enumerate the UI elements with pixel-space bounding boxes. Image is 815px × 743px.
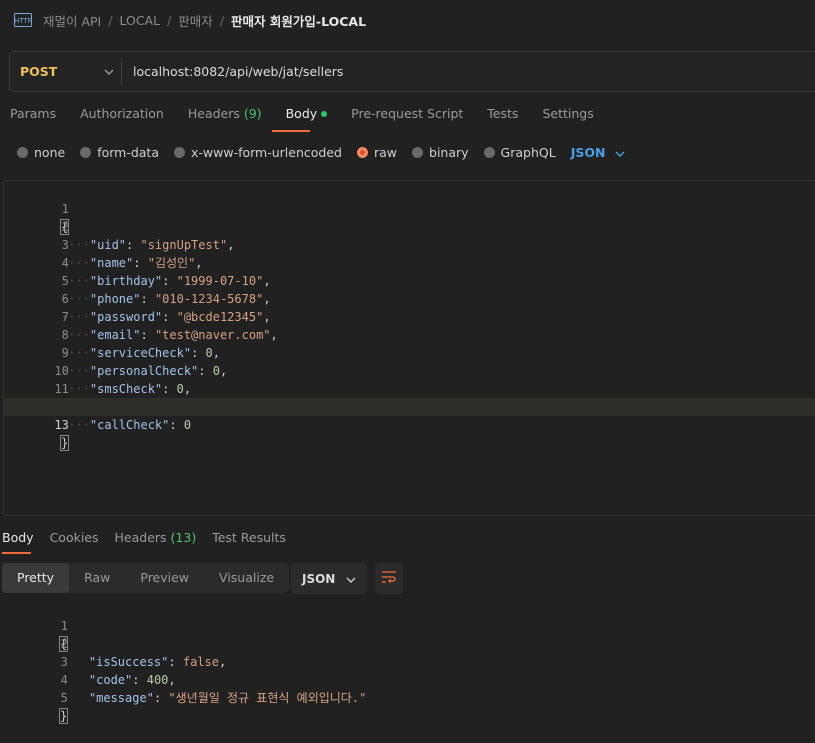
code-line: 4 "message": "생년월일 정규 표현식 예외입니다." bbox=[3, 653, 815, 705]
url-divider bbox=[121, 58, 122, 85]
code-line: 6 ····"password": "@bcde12345", bbox=[4, 272, 815, 324]
breadcrumb-item-folder[interactable]: 판매자 bbox=[178, 11, 213, 30]
radio-form-data[interactable]: form-data bbox=[80, 145, 159, 160]
request-body-editor[interactable]: 1 { 2 ····"uid": "signUpTest", 3 ····"na… bbox=[3, 180, 815, 516]
request-name[interactable]: 판매자 회원가입-LOCAL bbox=[231, 11, 366, 30]
chevron-down-icon bbox=[104, 64, 114, 79]
radio-binary[interactable]: binary bbox=[412, 145, 469, 160]
tab-body-label: Body bbox=[285, 106, 318, 121]
code-line: 9 ····"personalCheck": 0, bbox=[4, 326, 815, 378]
code-line: 11 ····"emailCheck": 0, bbox=[4, 362, 815, 414]
tab-headers[interactable]: Headers (9) bbox=[188, 106, 262, 128]
body-indicator-dot bbox=[321, 110, 328, 117]
breadcrumb: HTTP 재멀이 API / LOCAL / 판매자 / 판매자 회원가입-LO… bbox=[14, 10, 366, 30]
response-headers-count: (13) bbox=[170, 530, 197, 545]
view-mode-segmented: Pretty Raw Preview Visualize bbox=[2, 563, 290, 593]
json-value: 0 bbox=[183, 418, 192, 432]
radio-raw[interactable]: raw bbox=[356, 144, 398, 160]
raw-format-label: JSON bbox=[570, 144, 606, 160]
view-preview-button[interactable]: Preview bbox=[125, 563, 204, 593]
body-type-options: none form-data x-www-form-urlencoded raw… bbox=[17, 143, 625, 161]
tab-headers-label: Headers bbox=[187, 106, 240, 121]
radio-circle bbox=[174, 146, 185, 158]
code-line: 10 ····"smsCheck": 0, bbox=[4, 344, 815, 396]
response-tab-test-results[interactable]: Test Results bbox=[212, 530, 286, 550]
radio-label: form-data bbox=[97, 144, 159, 160]
radio-label: GraphQL bbox=[500, 144, 556, 160]
response-tab-cookies[interactable]: Cookies bbox=[50, 530, 99, 550]
breadcrumb-item-environment[interactable]: LOCAL bbox=[119, 13, 160, 28]
raw-format-select[interactable]: JSON bbox=[571, 145, 626, 160]
request-tabs: Params Authorization Headers (9) Body Pr… bbox=[10, 106, 618, 128]
tab-params[interactable]: Params bbox=[10, 106, 56, 128]
radio-urlencoded[interactable]: x-www-form-urlencoded bbox=[174, 145, 342, 160]
code-line: 3 "code": 400, bbox=[3, 635, 815, 687]
radio-label: raw bbox=[373, 144, 398, 160]
wrap-lines-button[interactable] bbox=[375, 563, 403, 594]
http-icon: HTTP bbox=[14, 12, 32, 28]
radio-none[interactable]: none bbox=[17, 145, 65, 160]
response-tab-headers[interactable]: Headers (13) bbox=[115, 530, 197, 550]
code-line: 1 { bbox=[3, 599, 815, 652]
radio-graphql[interactable]: GraphQL bbox=[483, 144, 556, 160]
radio-label: x-www-form-urlencoded bbox=[191, 144, 342, 160]
radio-circle bbox=[412, 146, 424, 158]
code-line: 5 ····"phone": "010-1234-5678", bbox=[4, 254, 815, 306]
view-pretty-button[interactable]: Pretty bbox=[2, 563, 70, 593]
code-line: 12 ····"callCheck": 0 bbox=[4, 380, 815, 432]
code-line: 8 ····"serviceCheck": 0, bbox=[4, 308, 815, 360]
tab-tests[interactable]: Tests bbox=[487, 106, 518, 128]
code-line: 1 { bbox=[4, 182, 815, 235]
url-bar: POST localhost:8082/api/web/jat/sellers bbox=[9, 51, 815, 92]
code-line: 2 "isSuccess": false, bbox=[3, 617, 815, 669]
code-line: 5 } bbox=[3, 671, 815, 724]
headers-count: (9) bbox=[243, 106, 262, 121]
response-body-viewer[interactable]: 1 { 2 "isSuccess": false, 3 "code": 400,… bbox=[3, 598, 815, 724]
radio-label: binary bbox=[429, 144, 469, 160]
line-number: 13 bbox=[54, 418, 69, 432]
tab-authorization[interactable]: Authorization bbox=[80, 106, 164, 128]
chevron-down-icon bbox=[615, 145, 625, 160]
radio-circle bbox=[483, 146, 495, 158]
response-format-label: JSON bbox=[302, 571, 336, 586]
response-tab-headers-label: Headers bbox=[114, 530, 167, 545]
tab-settings[interactable]: Settings bbox=[542, 106, 593, 128]
code-line-current: 13 } bbox=[4, 398, 815, 451]
radio-label: none bbox=[34, 144, 66, 160]
code-line: 7 ····"email": "test@naver.com", bbox=[4, 290, 815, 342]
json-key: "message" bbox=[88, 691, 154, 705]
breadcrumb-separator: / bbox=[219, 12, 225, 28]
code-line: 3 ····"name": "김성인", bbox=[4, 218, 815, 270]
breadcrumb-item-collection[interactable]: 재멀이 API bbox=[43, 11, 101, 30]
close-brace: } bbox=[58, 708, 69, 724]
tab-prerequest-script[interactable]: Pre-request Script bbox=[351, 106, 463, 128]
view-visualize-button[interactable]: Visualize bbox=[204, 563, 289, 593]
json-key: "callCheck" bbox=[89, 418, 170, 432]
method-select[interactable]: POST bbox=[20, 52, 120, 91]
response-active-underline bbox=[2, 552, 31, 554]
svg-text:HTTP: HTTP bbox=[14, 17, 32, 25]
radio-circle-selected bbox=[356, 146, 368, 158]
method-label: POST bbox=[20, 64, 58, 79]
response-tabs: Body Cookies Headers (13) Test Results bbox=[2, 530, 302, 550]
radio-circle bbox=[80, 146, 92, 158]
json-value: "생년월일 정규 표현식 예외입니다." bbox=[168, 691, 367, 705]
code-line: 4 ····"birthday": "1999-07-10", bbox=[4, 236, 815, 288]
url-input[interactable]: localhost:8082/api/web/jat/sellers bbox=[133, 52, 733, 91]
line-number: 5 bbox=[60, 691, 68, 705]
tab-body[interactable]: Body bbox=[286, 106, 328, 128]
view-mode-bar: Pretty Raw Preview Visualize bbox=[2, 563, 290, 593]
view-raw-button[interactable]: Raw bbox=[69, 563, 125, 593]
breadcrumb-separator: / bbox=[108, 12, 113, 28]
response-tab-body[interactable]: Body bbox=[2, 530, 34, 550]
chevron-down-icon bbox=[346, 572, 356, 586]
wrap-lines-icon bbox=[381, 570, 397, 588]
response-format-select[interactable]: JSON bbox=[291, 563, 367, 594]
close-brace: } bbox=[59, 435, 70, 451]
radio-circle bbox=[17, 146, 28, 158]
active-tab-underline bbox=[272, 130, 310, 132]
breadcrumb-separator: / bbox=[167, 12, 172, 28]
code-line: 2 ····"uid": "signUpTest", bbox=[4, 200, 815, 252]
